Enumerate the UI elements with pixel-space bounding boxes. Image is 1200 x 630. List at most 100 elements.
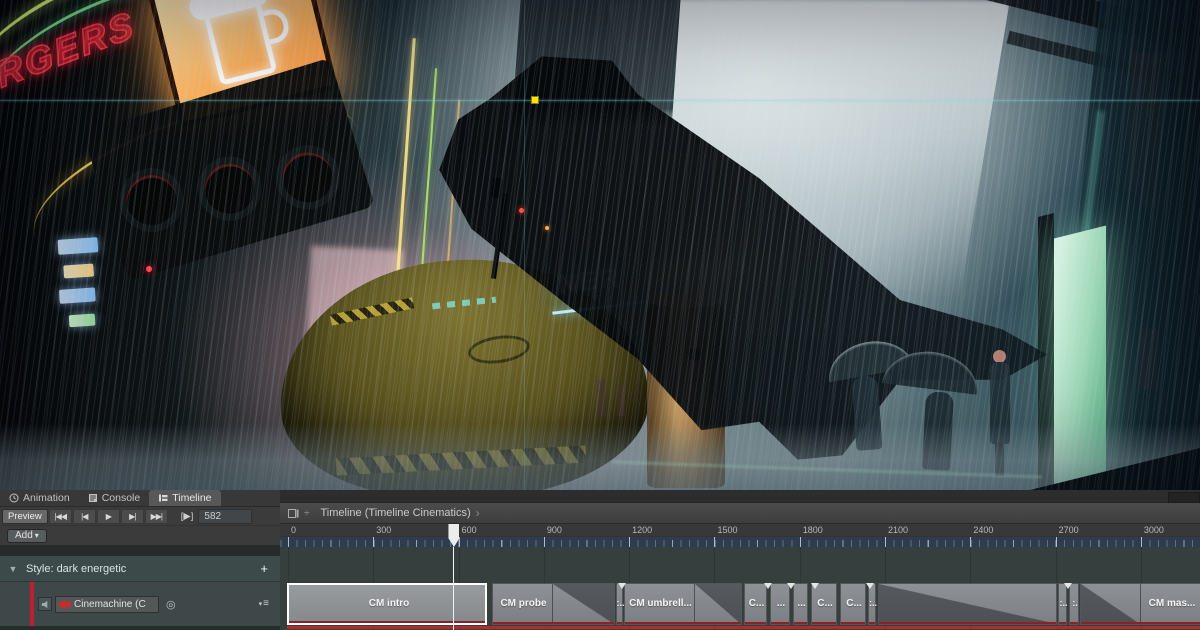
timeline-title: Timeline (Timeline Cinematics) [321,507,471,519]
clip-label: C... [745,584,767,622]
clip-label: C... [841,584,866,622]
previous-frame-button[interactable]: |◀ [73,509,96,524]
ruler-label: 300 [376,525,391,535]
timeline-panel-icon [288,508,299,519]
clip-label: CM mas... [1141,584,1200,622]
track-red-line [287,626,1200,629]
timeline-left-panel: AnimationConsoleTimeline Preview |◀◀|◀▶▶… [0,490,280,630]
ruler-label: 1200 [632,525,652,535]
ruler-label: 900 [547,525,562,535]
panel-options-icon[interactable]: ÷ [304,508,310,519]
ruler-label: 2100 [888,525,908,535]
group-label: Style: dark energetic [26,563,126,575]
timeline-breadcrumb[interactable]: ÷ Timeline (Timeline Cinematics) › [280,503,1200,524]
cinemachine-icon [59,600,71,609]
clip--[interactable]: ... [770,583,790,625]
play-range-button[interactable]: [▶] [177,509,198,524]
time-ruler[interactable]: 0 300 600 900 1200 1500 1800 2100 2400 2700 3000 [280,524,1200,536]
clip-label: :.. [869,584,877,622]
next-frame-button[interactable]: ▶| [121,509,144,524]
timeline-clip-area: ÷ Timeline (Timeline Cinematics) › 0 300 6… [280,490,1200,630]
track-color-bar [30,582,34,626]
tab-console[interactable]: Console [79,490,150,506]
tab-label: Animation [23,492,70,504]
breadcrumb-chevron-icon: › [476,506,480,520]
timeline-top-strip [280,490,1200,503]
ruler-label: 600 [462,525,477,535]
add-button[interactable]: Add▾ [7,529,47,543]
ruler-label: 3000 [1144,525,1164,535]
clip-label: :.. [1059,584,1068,622]
clip-cm-probe[interactable]: CM probe [492,583,615,625]
clip-blend[interactable] [878,583,1057,625]
playback-toolbar: Preview |◀◀|◀▶▶|▶▶| [▶] 582 [0,507,280,526]
clip--[interactable]: :. [1069,583,1079,625]
clip--[interactable]: :.. [868,583,876,625]
ease-marker-icon [764,583,772,589]
ruler-label: 2700 [1059,525,1079,535]
ease-marker-icon [618,583,626,589]
preview-button[interactable]: Preview [2,509,48,524]
clip--[interactable]: :.. [616,583,623,625]
track-content: CM introCM probe:..CM umbrell...C.......… [280,547,1200,630]
ruler-label: 1800 [803,525,823,535]
tick-strip[interactable] [280,536,1200,547]
tab-label: Timeline [172,492,211,504]
blend-overlay [1081,584,1141,624]
console-icon [88,493,98,503]
add-row: Add▾ [0,526,280,546]
clip-cm-umbrell-[interactable]: CM umbrell... [624,583,742,625]
clip-label: ... [794,584,808,622]
clock-icon [9,493,19,503]
ruler-label: 2400 [973,525,993,535]
clip-label: ... [771,584,790,622]
clip-cm-mas-[interactable]: CM mas... [1080,583,1200,625]
frame-field[interactable]: 582 [198,509,252,524]
track-menu-icon[interactable]: ▾≡ [259,598,270,609]
go-to-beginning-button[interactable]: |◀◀ [49,509,72,524]
ease-marker-icon [866,583,874,589]
playhead-line [453,547,454,630]
cinemachine-track-header[interactable]: Cinemachine (C ◎ ▾≡ [0,582,280,626]
clip-label: :. [1070,584,1080,622]
clip-cm-intro[interactable]: CM intro [287,583,487,625]
blend-overlay [694,584,741,624]
play-button[interactable]: ▶ [97,509,120,524]
timeline-icon [158,493,168,503]
caret-down-icon: ▾ [35,531,39,540]
clip-c-[interactable]: C... [811,583,837,625]
tab-label: Console [102,492,141,504]
track-mute-icon[interactable] [38,597,52,611]
unity-editor-window: RGERS NER [0,0,1200,630]
ease-marker-icon [811,583,819,589]
foldout-icon[interactable]: ▼ [0,564,26,574]
clip--[interactable]: :.. [1058,583,1067,625]
ruler-label: 1500 [717,525,737,535]
clip-c-[interactable]: C... [744,583,767,625]
clip-label: :.. [617,584,624,622]
track-group-header[interactable]: ▼ Style: dark energetic + [0,556,280,582]
add-track-button[interactable]: + [260,561,268,576]
tab-animation[interactable]: Animation [0,490,79,506]
transport-controls: |◀◀|◀▶▶|▶▶| [49,509,168,524]
corner-box [1168,492,1200,503]
track-name: Cinemachine (C [74,599,146,610]
object-picker-icon[interactable]: ◎ [166,598,176,611]
clip-label: C... [812,584,837,622]
bottom-panel: AnimationConsoleTimeline Preview |◀◀|◀▶▶… [0,490,1200,630]
go-to-end-button[interactable]: ▶▶| [145,509,168,524]
tab-timeline[interactable]: Timeline [149,490,220,506]
clip--[interactable]: ... [793,583,808,625]
blend-overlay [552,584,614,624]
vignette [0,0,1200,490]
clip-label: CM umbrell... [625,584,696,622]
ruler-label: 0 [291,525,296,535]
ease-marker-icon [1064,583,1072,589]
ease-marker-icon [787,583,795,589]
blend-overlay [879,584,1057,624]
tab-bar: Animation Console Timeline [0,490,280,507]
clip-label: CM intro [289,585,487,621]
game-view: RGERS NER [0,0,1200,490]
clip-c-[interactable]: C... [840,583,866,625]
cinemachine-object-field[interactable]: Cinemachine (C [55,596,159,613]
